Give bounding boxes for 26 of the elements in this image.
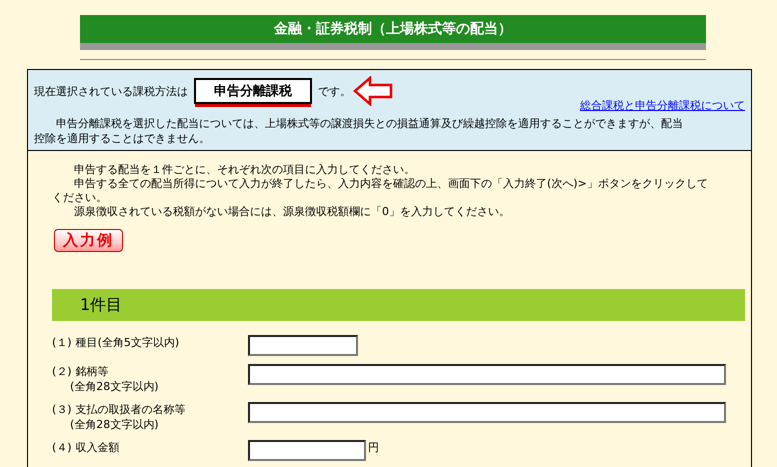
field-label: 支払の取扱者の名称等 [76, 403, 186, 416]
input-field[interactable] [248, 335, 358, 356]
field-hint: (全角28文字以内) [69, 379, 160, 394]
input-field[interactable] [248, 364, 726, 385]
field-label: 収入金額 [76, 441, 120, 454]
instruction-text: 申告する配当を１件ごとに、それぞれ次の項目に入力してください。 [73, 163, 416, 177]
unit-label: 円 [368, 440, 379, 455]
item-number: (２) [52, 365, 72, 378]
input-field[interactable] [248, 402, 726, 423]
section-header: 1件目 [52, 289, 745, 321]
field-label: 銘柄等 [76, 365, 109, 378]
field-hint: (全角28文字以内) [69, 417, 160, 432]
field-label: 種目(全角5文字以内) [76, 336, 180, 349]
instruction-text: 申告する全ての配当所得について入力が終了したら、入力内容を確認の上、画面下の「入力終了(次へ)>」ボタンをクリックしてください。 [52, 177, 709, 205]
item-number: (１) [52, 336, 72, 349]
method-suffix: です。 [318, 84, 351, 98]
left-arrow-icon [353, 76, 393, 106]
input-field[interactable] [248, 440, 366, 461]
method-note: 申告分離課税を選択した配当については、上場株式等の譲渡損失との損益通算及び繰越控除を適用することができますが、配当控除を適用することはできません。 [34, 116, 684, 146]
instruction-text: 源泉徴収されている税額がない場合には、源泉徴収税額欄に「0」を入力してください。 [73, 205, 511, 219]
tax-method-link[interactable]: 総合課税と申告分離課税について [580, 99, 745, 112]
item-number: (３) [52, 403, 72, 416]
item-number: (４) [52, 441, 72, 454]
method-label: 現在選択されている課税方法は [34, 84, 188, 98]
page-title: 金融・証券税制（上場株式等の配当） [80, 15, 706, 43]
tax-method-value: 申告分離課税 [194, 78, 312, 104]
